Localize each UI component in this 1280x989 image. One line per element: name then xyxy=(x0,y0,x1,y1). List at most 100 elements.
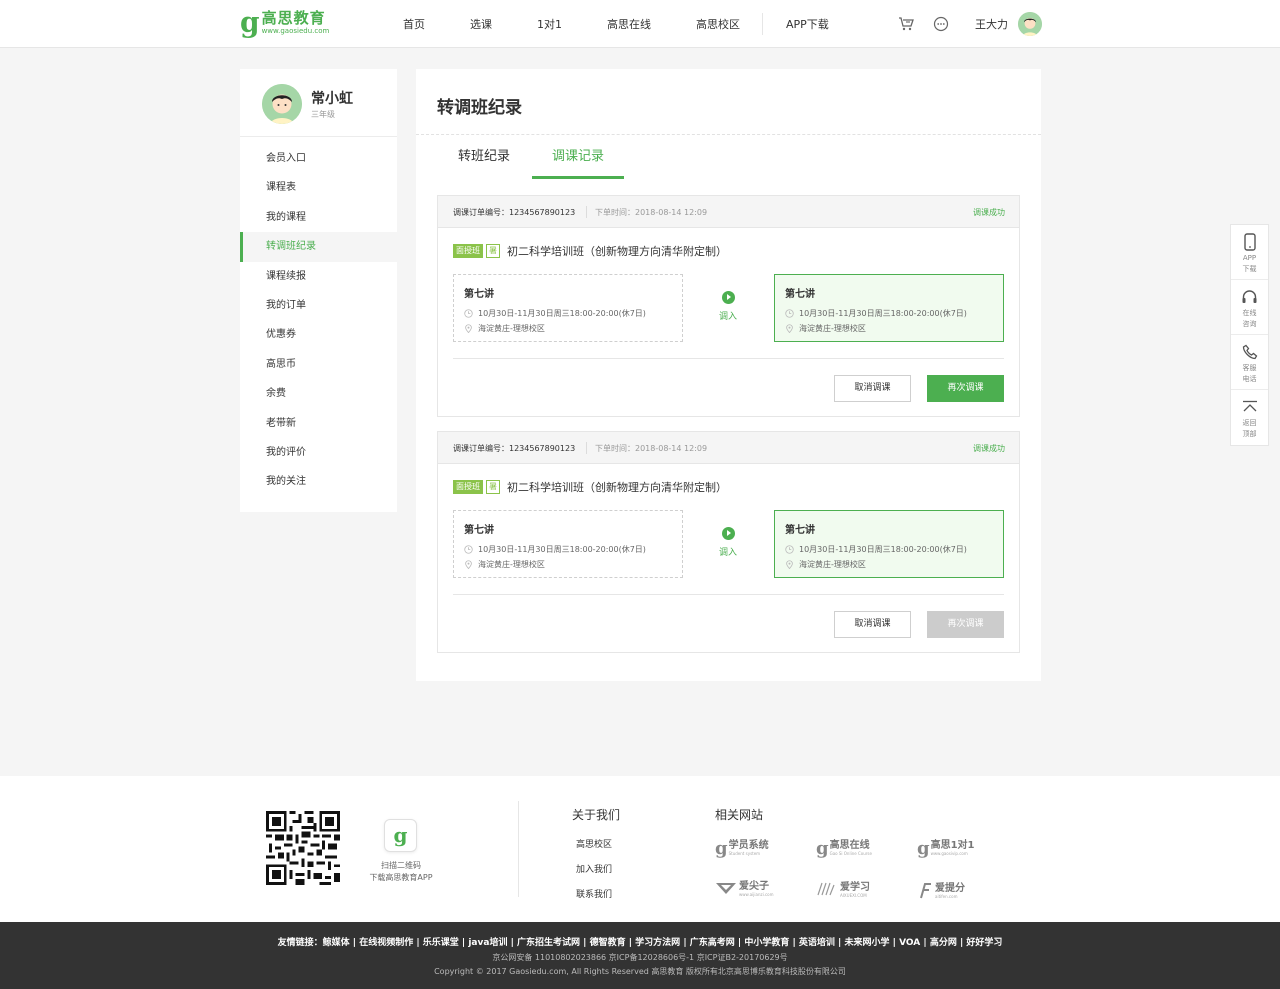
cart-icon[interactable] xyxy=(896,14,916,34)
message-icon[interactable] xyxy=(931,14,951,34)
float-service-phone[interactable]: 客服 电话 xyxy=(1231,335,1268,390)
related-site-gaosi-1v1[interactable]: g 高思1对1 www.gaosivip.com xyxy=(917,838,975,859)
sidebar-item-referral[interactable]: 老带新 xyxy=(240,409,397,438)
f-logo-icon xyxy=(917,881,933,902)
arrow-right-icon xyxy=(721,291,735,304)
user-area: 王大力 xyxy=(896,0,1042,48)
nav-app-download[interactable]: APP下载 xyxy=(786,16,829,32)
tab-lesson-adjust[interactable]: 调课记录 xyxy=(532,147,625,179)
brand-name: 高思教育 xyxy=(261,9,326,27)
clock-icon xyxy=(464,545,474,555)
card-divider xyxy=(453,358,1004,359)
scan-text-line2: 下载高思教育APP xyxy=(369,873,433,882)
record-card: 调课订单编号：1234567890123 下单时间：2018-08-14 12:… xyxy=(437,195,1020,417)
order-number: 调课订单编号：1234567890123 xyxy=(453,444,576,453)
friend-link[interactable]: 英语培训 xyxy=(799,938,835,948)
course-line: 面授班 暑 初二科学培训班（创新物理方向清华附定制） xyxy=(453,479,727,495)
call-icon xyxy=(1231,342,1268,362)
nav-course-select[interactable]: 选课 xyxy=(470,16,492,32)
friend-link[interactable]: 学习方法网 xyxy=(635,938,680,948)
new-lesson-box: 第七讲 10月30日-11月30日周三18:00-20:00(休7日) 海淀黄庄… xyxy=(774,510,1004,578)
sidebar-item-balance[interactable]: 余费 xyxy=(240,379,397,408)
class-type-tag: 面授班 xyxy=(453,244,483,258)
sidebar-item-member-entry[interactable]: 会员入口 xyxy=(240,144,397,173)
friend-link[interactable]: VOA xyxy=(899,938,920,948)
sidebar-item-my-follows[interactable]: 我的关注 xyxy=(240,467,397,496)
cancel-adjust-button[interactable]: 取消调课 xyxy=(834,375,911,402)
lesson-title: 第七讲 xyxy=(464,289,494,300)
order-time: 下单时间：2018-08-14 12:09 xyxy=(595,444,708,453)
main-nav: 首页 选课 1对1 高思在线 高思校区 APP下载 xyxy=(380,0,829,48)
cancel-adjust-button[interactable]: 取消调课 xyxy=(834,611,911,638)
lesson-title: 第七讲 xyxy=(464,525,494,536)
friend-link[interactable]: 未来网小学 xyxy=(844,938,889,948)
nav-gaosi-online[interactable]: 高思在线 xyxy=(607,16,651,32)
lesson-title: 第七讲 xyxy=(785,289,815,300)
lesson-place: 海淀黄庄-理想校区 xyxy=(799,324,866,333)
friend-link[interactable]: 德智教育 xyxy=(590,938,626,948)
friend-link[interactable]: java培训 xyxy=(468,938,507,948)
header-avatar[interactable] xyxy=(1018,12,1042,36)
brand-logo[interactable]: g 高思教育 www.gaosiedu.com xyxy=(240,6,329,39)
related-site-gaosi-online[interactable]: g 高思在线 Gao Si Online Course xyxy=(816,838,872,859)
related-site-aixuexi[interactable]: 爱学习 AIXUEXI.COM xyxy=(816,881,870,900)
bottom-bar: 友情链接：鲸媒体 | 在线视频制作 | 乐乐课堂 | java培训 | 广东招生… xyxy=(0,922,1280,989)
sidebar-item-coupons[interactable]: 优惠券 xyxy=(240,320,397,349)
about-link-campus[interactable]: 高思校区 xyxy=(576,837,612,850)
nav-home[interactable]: 首页 xyxy=(403,16,425,32)
nav-one-on-one[interactable]: 1对1 xyxy=(537,16,562,32)
phone-icon xyxy=(1231,232,1268,252)
float-back-to-top[interactable]: 返回 顶部 xyxy=(1231,390,1268,445)
app-logo-icon: g xyxy=(384,819,417,852)
site-g-logo: g xyxy=(816,838,829,859)
friend-link[interactable]: 中小学教育 xyxy=(744,938,789,948)
sidebar-item-course-renewal[interactable]: 课程续报 xyxy=(240,262,397,291)
sidebar-item-gaosi-coins[interactable]: 高思币 xyxy=(240,350,397,379)
float-app-download[interactable]: APP 下载 xyxy=(1231,225,1268,280)
course-name: 初二科学培训班（创新物理方向清华附定制） xyxy=(507,481,727,494)
related-site-student-system[interactable]: g 学员系统 Student system xyxy=(715,838,769,859)
logo-g-mark: g xyxy=(240,6,260,39)
related-site-aitifen[interactable]: 爱提分 aitifen.com xyxy=(917,881,965,902)
about-link-contact[interactable]: 联系我们 xyxy=(576,887,612,900)
card-divider xyxy=(453,594,1004,595)
sidebar-item-transfer-records[interactable]: 转调班纪录 xyxy=(240,232,397,262)
transfer-indicator: 调入 xyxy=(715,291,741,322)
original-lesson-box: 第七讲 10月30日-11月30日周三18:00-20:00(休7日) 海淀黄庄… xyxy=(453,274,683,342)
status-badge: 调课成功 xyxy=(973,208,1005,217)
about-link-join-us[interactable]: 加入我们 xyxy=(576,862,612,875)
site-g-logo: g xyxy=(715,838,728,859)
order-time: 下单时间：2018-08-14 12:09 xyxy=(595,208,708,217)
nav-gaosi-campus[interactable]: 高思校区 xyxy=(696,16,740,32)
float-online-consult[interactable]: 在线 咨询 xyxy=(1231,280,1268,335)
copyright: Copyright © 2017 Gaosiedu.com, All Right… xyxy=(434,967,846,976)
sidebar-item-my-orders[interactable]: 我的订单 xyxy=(240,291,397,320)
icp-record: 京公网安备 11010802023866 京ICP备12028606号-1 京I… xyxy=(492,953,788,962)
site-footer: g 扫描二维码 下载高思教育APP 关于我们 高思校区 加入我们 联系我们 相关… xyxy=(0,776,1280,922)
friend-link[interactable]: 鲸媒体 xyxy=(323,938,350,948)
sidebar-item-schedule[interactable]: 课程表 xyxy=(240,173,397,202)
friend-link[interactable]: 乐乐课堂 xyxy=(423,938,459,948)
retry-adjust-button-disabled[interactable]: 再次调课 xyxy=(927,611,1004,638)
sidebar-item-my-reviews[interactable]: 我的评价 xyxy=(240,438,397,467)
friend-link[interactable]: 好好学习 xyxy=(966,938,1002,948)
profile-grade: 三年级 xyxy=(311,110,335,119)
friend-link[interactable]: 广东招生考试网 xyxy=(517,938,580,948)
related-site-aijianzi[interactable]: 爱尖子 www.aijianzi.com xyxy=(715,881,774,898)
retry-adjust-button[interactable]: 再次调课 xyxy=(927,375,1004,402)
related-sites-title: 相关网站 xyxy=(715,808,764,822)
scan-text-line1: 扫描二维码 xyxy=(381,861,421,870)
record-tabs: 转班纪录 调课记录 xyxy=(438,147,625,179)
sidebar-item-my-courses[interactable]: 我的课程 xyxy=(240,203,397,232)
location-icon xyxy=(785,324,795,334)
course-line: 面授班 暑 初二科学培训班（创新物理方向清华附定制） xyxy=(453,243,727,259)
profile-name: 常小虹 xyxy=(311,91,353,107)
friend-links-label: 友情链接： xyxy=(277,938,323,948)
lesson-time: 10月30日-11月30日周三18:00-20:00(休7日) xyxy=(478,545,646,554)
friend-link[interactable]: 在线视频制作 xyxy=(359,938,413,948)
footer-divider xyxy=(518,801,519,897)
friend-link[interactable]: 广东高考网 xyxy=(690,938,735,948)
header-username[interactable]: 王大力 xyxy=(975,16,1008,32)
friend-link[interactable]: 高分网 xyxy=(930,938,957,948)
tab-class-transfer[interactable]: 转班纪录 xyxy=(438,147,530,179)
